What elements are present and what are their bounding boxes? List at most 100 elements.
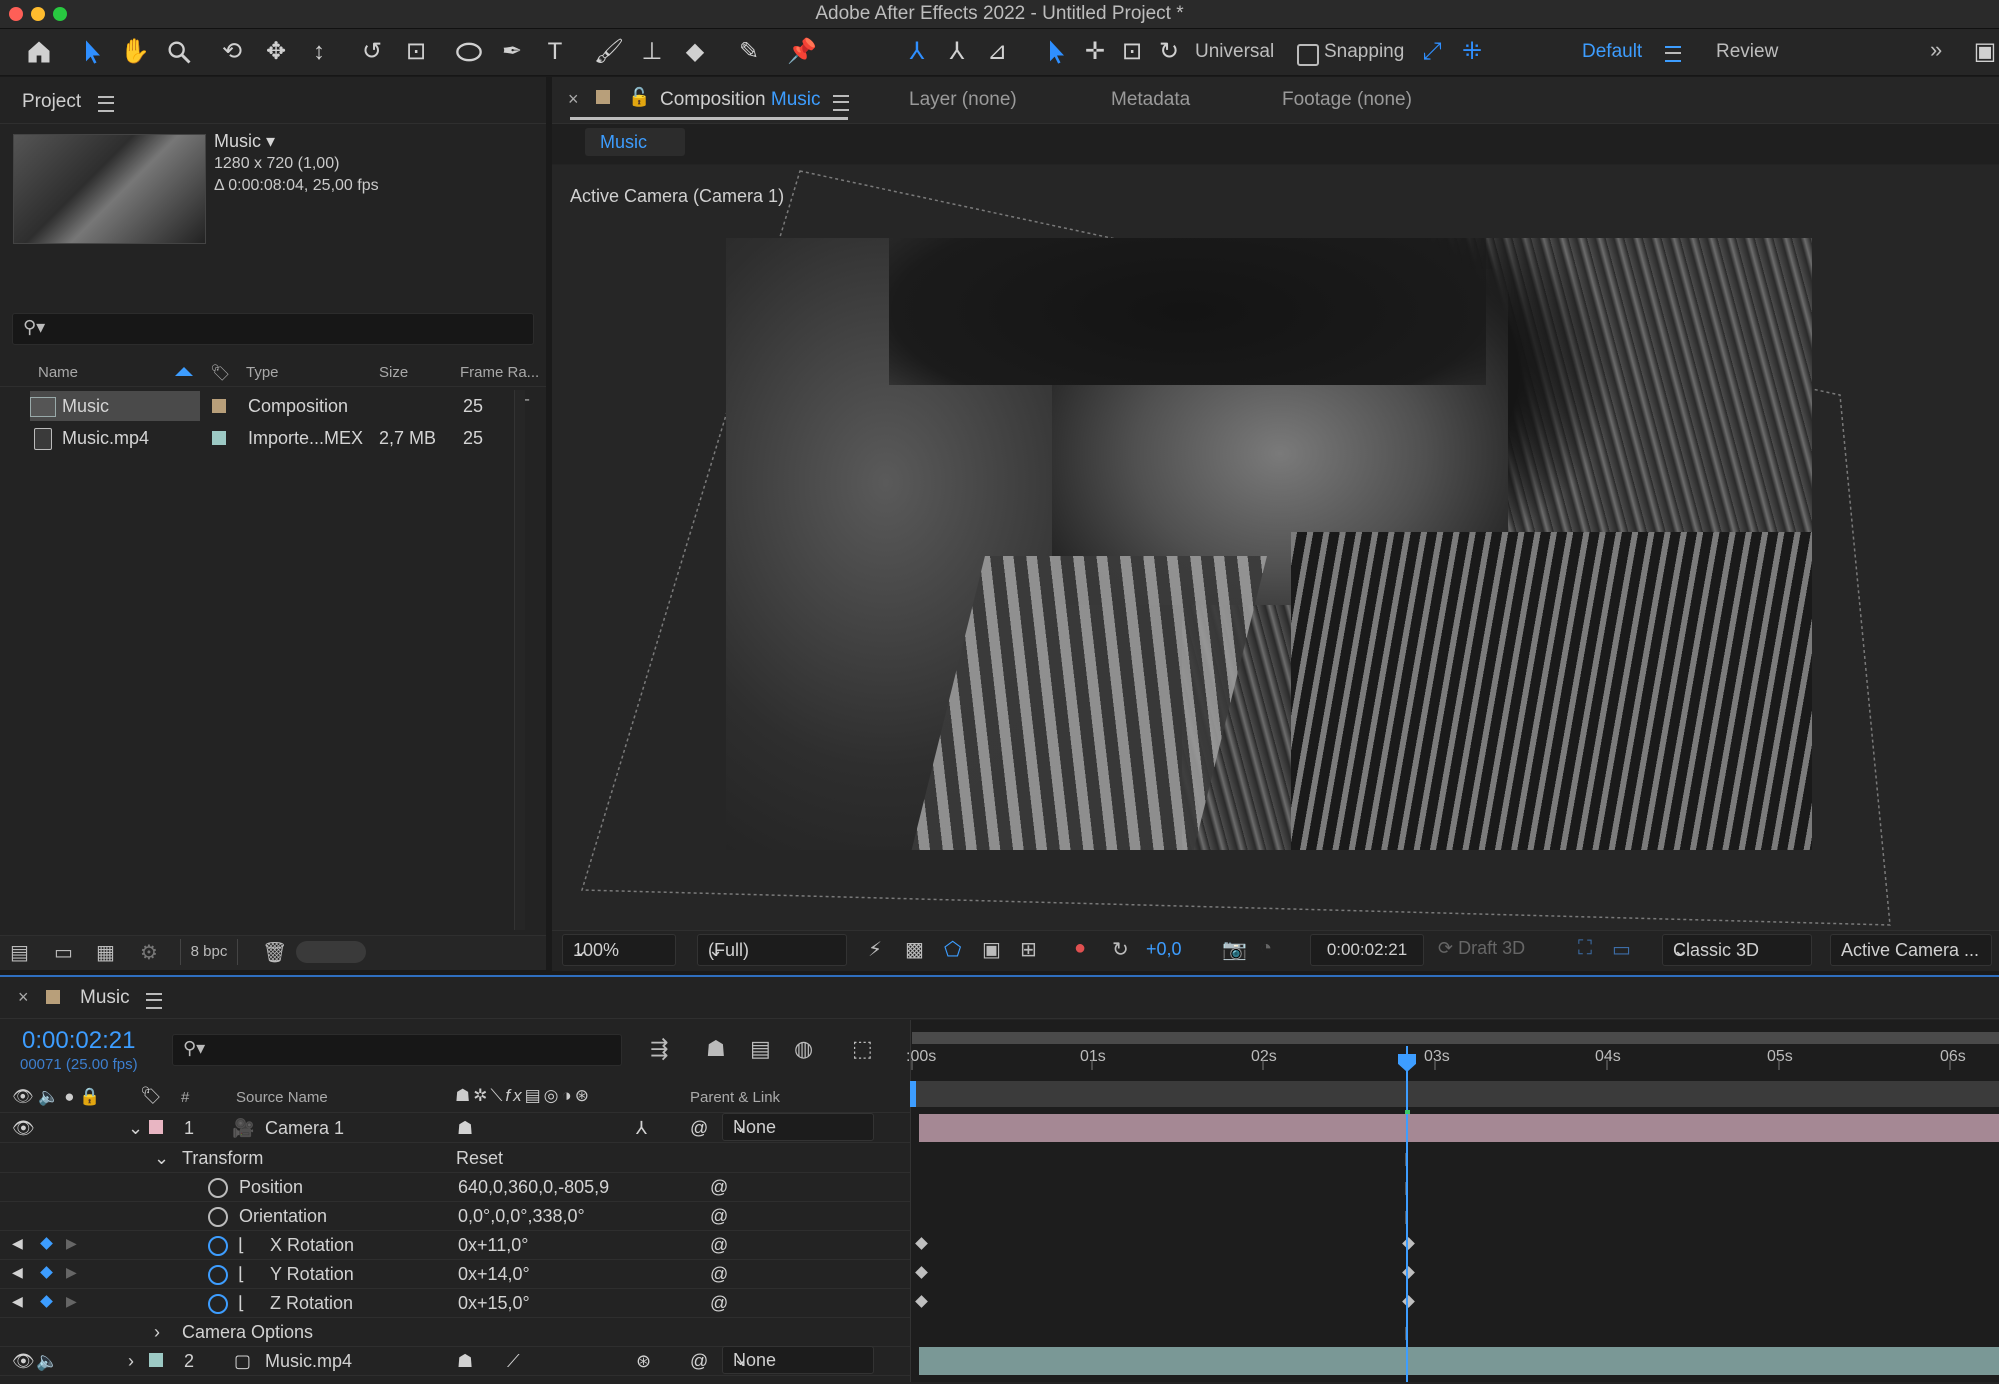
fast-previews-icon[interactable]: ⚡ [868,937,882,962]
stopwatch-icon[interactable] [208,1178,228,1198]
timeline-current-time[interactable]: 0:00:02:21 [22,1027,135,1055]
speaker-icon[interactable]: 🔈 [36,1351,58,1372]
pick-whip-icon[interactable]: @ [710,1293,728,1314]
column-name[interactable]: Name [38,364,78,381]
close-tab-icon[interactable]: × [568,89,579,110]
color-channels-icon[interactable]: ● [1074,937,1086,960]
dolly-camera-tool-icon[interactable]: ↕ [302,35,336,69]
property-row-x-rotation[interactable]: ◀ ▶ ⌊ X Rotation 0x+11,0° @ [0,1230,910,1260]
column-source-name[interactable]: Source Name [236,1089,328,1106]
transform-group-row[interactable]: ⌄ Transform Reset [0,1143,910,1173]
timeline-comp-tab[interactable]: Music [80,987,130,1009]
3d-move-tool-icon[interactable]: ✛ [1078,35,1112,69]
3d-rotate-tool-icon[interactable]: ↻ [1152,35,1186,69]
transparency-grid-icon[interactable]: ▩ [905,937,924,962]
3d-scale-tool-icon[interactable]: ⊡ [1115,35,1149,69]
property-row-y-rotation[interactable]: ◀ ▶ ⌊ Y Rotation 0x+14,0° @ [0,1259,910,1289]
composition-panel-menu-icon[interactable] [833,95,849,111]
keyframe-toggle-icon[interactable] [40,1295,53,1308]
next-keyframe-icon[interactable]: ▶ [66,1293,77,1310]
pen-tool-icon[interactable]: ✒ [495,35,529,69]
timeline-search-input[interactable]: ⚲▾ [172,1034,622,1066]
tab-metadata[interactable]: Metadata [1111,89,1190,111]
eye-icon[interactable]: 👁 [12,1087,34,1106]
shy-switch-icon[interactable]: ☗ [457,1118,473,1139]
keyframe-toggle-icon[interactable] [40,1266,53,1279]
layer-row-music-mp4[interactable]: 👁 🔈 › 2 ▢ Music.mp4 ☗ ⟋ ⊛ @ None ⌄ [0,1346,910,1376]
motion-blur-icon[interactable]: ◍ [794,1036,813,1062]
tab-footage[interactable]: Footage (none) [1282,89,1412,111]
next-keyframe-icon[interactable]: ▶ [66,1264,77,1281]
pick-whip-icon[interactable]: @ [690,1118,708,1139]
label-column-icon[interactable]: 🏷 [210,363,230,383]
rotation-tool-icon[interactable]: ↺ [355,35,389,69]
frame-blending-icon[interactable]: ▤ [750,1036,771,1062]
prev-keyframe-icon[interactable]: ◀ [12,1235,23,1252]
new-folder-icon[interactable]: ▭ [54,940,73,965]
layer-name[interactable]: Music.mp4 [265,1351,352,1372]
property-value[interactable]: 0x+15,0° [458,1293,530,1314]
project-panel-menu-icon[interactable] [98,96,114,112]
expand-chevron-icon[interactable]: ⌄ [128,1118,143,1139]
playhead-line[interactable] [1406,1046,1408,1382]
lock-icon[interactable]: 🔓 [628,87,650,108]
local-axis-mode-icon[interactable]: ⅄ [900,35,934,69]
project-item-music-mp4[interactable]: Music.mp4 Importe...MEX 2,7 MB 25 [0,423,546,453]
pan-camera-tool-icon[interactable]: ✥ [259,35,293,69]
shy-layers-icon[interactable]: ☗ [706,1036,726,1062]
snap-features-icon[interactable]: ⁜ [1455,35,1489,69]
reset-exposure-icon[interactable]: ↻ [1112,937,1129,962]
region-of-interest-icon[interactable]: ▣ [982,937,1001,962]
interpret-footage-icon[interactable]: ▤ [10,940,29,965]
selected-item-name[interactable]: Music ▾ [214,131,275,152]
work-area-range[interactable] [912,1081,1999,1107]
parent-dropdown[interactable]: None ⌄ [722,1346,874,1374]
draft-3d-toggle[interactable]: ⟳ Draft 3D [1438,938,1525,959]
parent-dropdown[interactable]: None ⌄ [722,1113,874,1141]
transform-reset-link[interactable]: Reset [456,1148,503,1169]
property-row-orientation[interactable]: Orientation 0,0°,0,0°,338,0° @ [0,1201,910,1231]
workspace-menu-icon[interactable] [1665,46,1681,62]
graph-icon[interactable]: ⌊ [238,1235,245,1256]
prev-keyframe-icon[interactable]: ◀ [12,1264,23,1281]
stopwatch-icon[interactable] [208,1294,228,1314]
layer-name[interactable]: Camera 1 [265,1118,344,1139]
tab-composition[interactable]: Composition Music [660,89,821,111]
3d-selection-tool-icon[interactable] [1040,35,1074,69]
project-settings-icon[interactable]: ⚙ [140,940,158,965]
next-keyframe-icon[interactable]: ▶ [66,1235,77,1252]
selection-tool-icon[interactable] [76,35,110,69]
property-value[interactable]: 0x+14,0° [458,1264,530,1285]
anchor-point-tool-icon[interactable]: ⊡ [399,35,433,69]
trash-icon[interactable]: 🗑 [262,940,287,965]
workspace-review[interactable]: Review [1716,41,1778,63]
zoom-dropdown[interactable]: 100% ⌄ [562,934,676,966]
puppet-pin-tool-icon[interactable]: 📌 [785,35,819,69]
column-parent-link[interactable]: Parent & Link [690,1089,780,1106]
viewer-timecode[interactable]: 0:00:02:21 [1310,934,1424,966]
new-composition-icon[interactable]: ▦ [96,940,115,965]
label-icon[interactable]: 🏷 [140,1086,162,1106]
snapping-checkbox[interactable] [1297,44,1319,66]
brush-tool-icon[interactable]: 🖌 [592,35,626,69]
composition-mini-flowchart-icon[interactable]: ⇶ [650,1036,668,1062]
layer-row-camera-1[interactable]: 👁 ⌄ 1 🎥 Camera 1 ☗ ⅄ @ None ⌄ [0,1113,910,1143]
layer-label-swatch[interactable] [149,1353,163,1367]
roto-brush-tool-icon[interactable]: ✎ [732,35,766,69]
project-search-input[interactable]: ⚲▾ [12,313,534,345]
workspace-default[interactable]: Default [1582,41,1642,63]
property-value[interactable]: 0,0°,0,0°,338,0° [458,1206,585,1227]
close-timeline-icon[interactable]: × [18,987,29,1008]
stopwatch-icon[interactable] [208,1207,228,1227]
project-scrollbar[interactable] [514,390,525,930]
3d-axis-icon[interactable]: ⅄ [636,1118,647,1139]
property-row-position[interactable]: Position 640,0,360,0,-805,9 @ [0,1172,910,1202]
camera-layer-bar[interactable] [919,1114,1999,1142]
pick-whip-icon[interactable]: @ [710,1264,728,1285]
snapshot-camera-icon[interactable]: 📷 [1222,937,1247,962]
world-axis-mode-icon[interactable]: ⅄ [940,35,974,69]
renderer-dropdown[interactable]: Classic 3D ⌄ [1662,934,1812,966]
zoom-tool-icon[interactable] [162,35,196,69]
shy-switch-icon[interactable]: ☗ [457,1351,473,1372]
solo-icon[interactable]: ● [64,1087,74,1106]
